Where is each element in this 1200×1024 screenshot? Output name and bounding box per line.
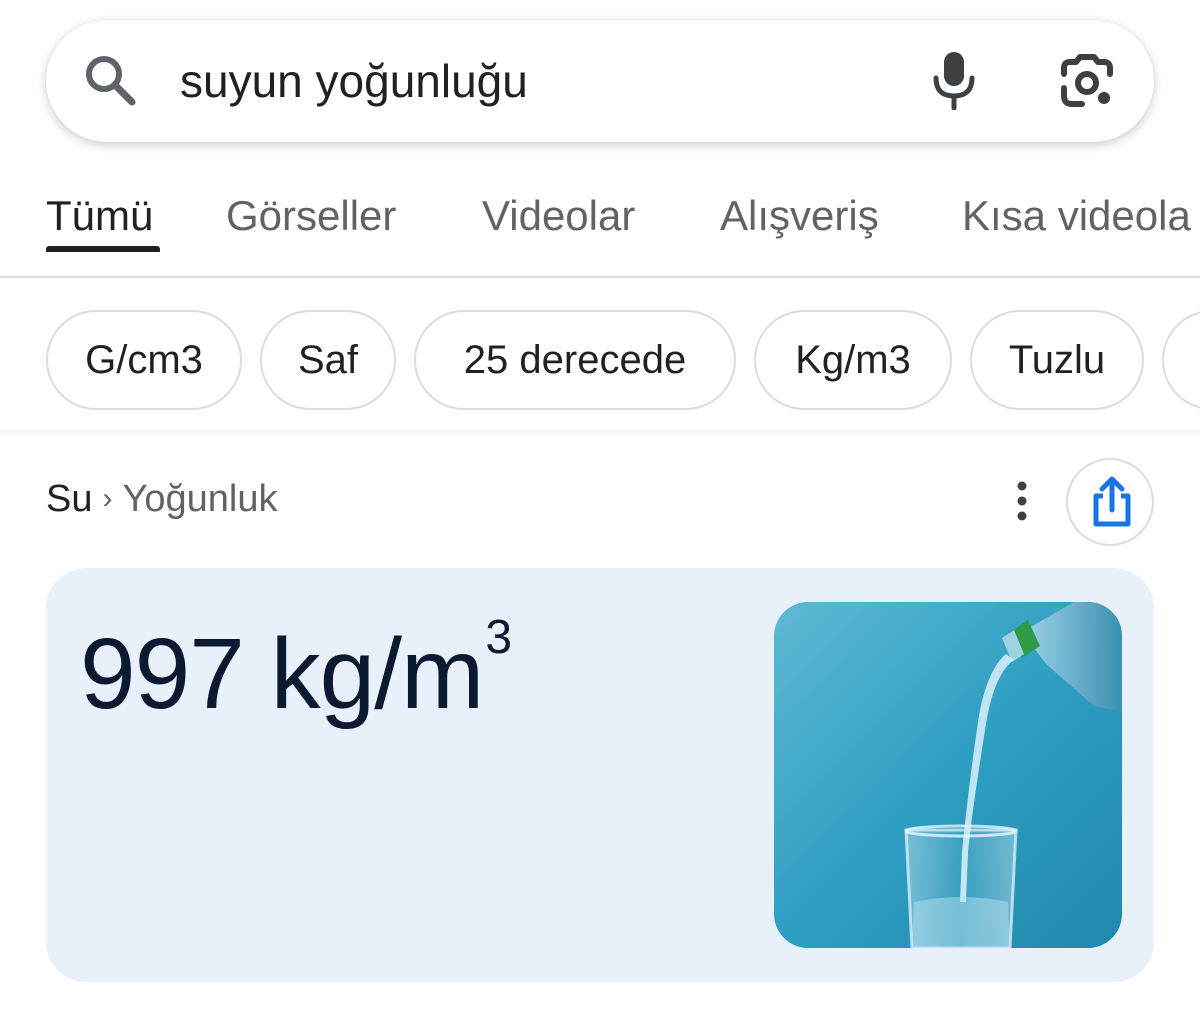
answer-value: 997 kg/m3 bbox=[80, 611, 512, 734]
chip-kg-m3[interactable]: Kg/m3 bbox=[754, 310, 952, 410]
breadcrumb-current[interactable]: Yoğunluk bbox=[122, 478, 277, 520]
google-lens-icon[interactable] bbox=[1058, 54, 1116, 108]
share-button[interactable] bbox=[1066, 458, 1154, 546]
tab-all[interactable]: Tümü bbox=[46, 186, 153, 246]
answer-superscript: 3 bbox=[485, 611, 512, 664]
search-tabs: Tümü Görseller Videolar Alışveriş Kısa v… bbox=[0, 178, 1200, 278]
search-results-page: suyun yoğunluğu Tümü Görseller Videolar … bbox=[0, 0, 1200, 1024]
breadcrumb: Su › Yoğunluk bbox=[46, 474, 277, 524]
chip-overflow[interactable] bbox=[1162, 310, 1200, 410]
water-pouring-illustration bbox=[774, 602, 1122, 948]
tab-short-videos[interactable]: Kısa videola bbox=[962, 186, 1191, 246]
more-options-icon[interactable] bbox=[1004, 478, 1040, 524]
search-input[interactable]: suyun yoğunluğu bbox=[180, 52, 528, 110]
search-icon[interactable] bbox=[82, 52, 140, 110]
chip-saf[interactable]: Saf bbox=[260, 310, 396, 410]
tab-images[interactable]: Görseller bbox=[226, 186, 396, 246]
share-icon bbox=[1093, 476, 1131, 527]
active-tab-indicator bbox=[46, 246, 160, 252]
chip-g-cm3[interactable]: G/cm3 bbox=[46, 310, 242, 410]
tabs-divider bbox=[0, 276, 1200, 278]
chip-25-derecede[interactable]: 25 derecede bbox=[414, 310, 736, 410]
mic-icon[interactable] bbox=[930, 50, 978, 110]
chip-tuzlu[interactable]: Tuzlu bbox=[970, 310, 1144, 410]
answer-value-text: 997 kg/m bbox=[80, 618, 484, 730]
breadcrumb-parent[interactable]: Su bbox=[46, 478, 92, 520]
water-pouring-image[interactable] bbox=[774, 602, 1122, 948]
tab-shopping[interactable]: Alışveriş bbox=[720, 186, 879, 246]
answer-card: 997 kg/m3 bbox=[46, 568, 1154, 982]
breadcrumb-separator: › bbox=[102, 482, 113, 515]
chips-divider bbox=[0, 430, 1200, 438]
tab-videos[interactable]: Videolar bbox=[482, 186, 635, 246]
refinement-chips: G/cm3 Saf 25 derecede Kg/m3 Tuzlu bbox=[0, 310, 1200, 414]
